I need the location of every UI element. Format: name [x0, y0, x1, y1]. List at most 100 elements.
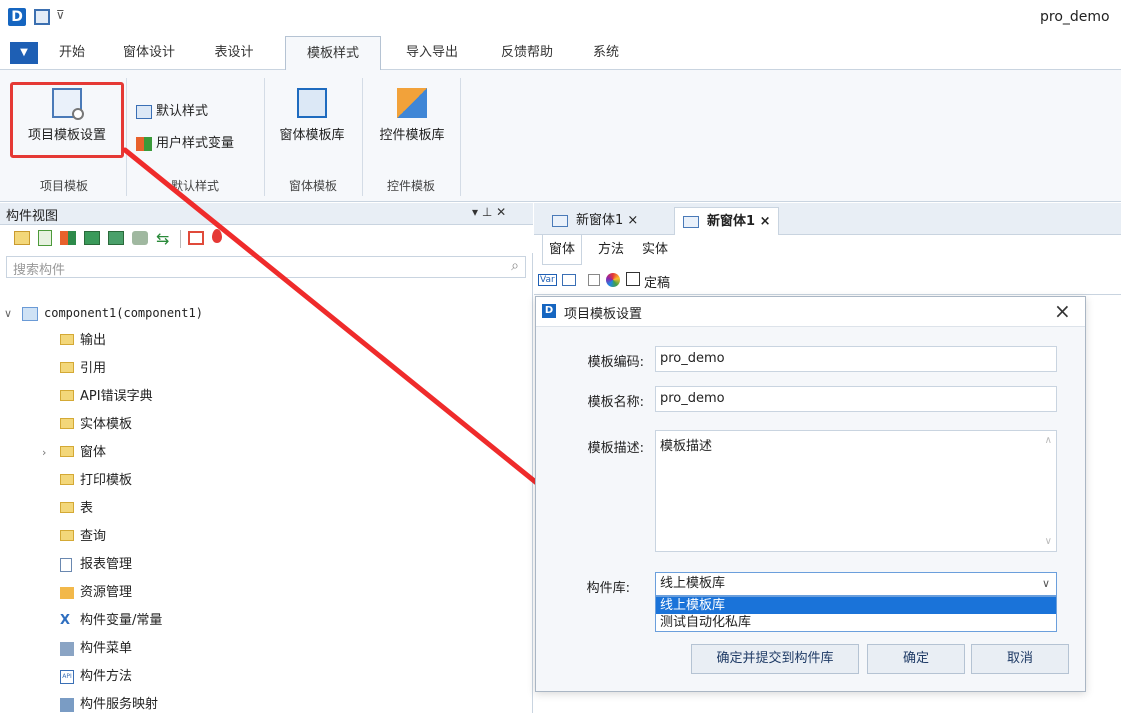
panel-pin-close-icon[interactable]: ▾ ⊥ ✕: [472, 205, 506, 219]
window-icon[interactable]: [188, 231, 204, 245]
tree-item-report-mgmt[interactable]: 报表管理: [60, 551, 132, 579]
color-wheel-icon[interactable]: [606, 273, 620, 287]
component-search-input[interactable]: 搜索构件 ⌕: [6, 256, 526, 278]
group-label-default-style: 默认样式: [170, 179, 219, 193]
app-menu-button[interactable]: ▼: [10, 42, 38, 64]
tree-item-label: 构件变量/常量: [80, 613, 163, 628]
document-tabs: 新窗体1 × 新窗体1 ×: [534, 203, 1121, 235]
dialog-close-icon[interactable]: ×: [1054, 299, 1071, 323]
tree-item-label: 窗体: [80, 445, 107, 460]
doc-tab-1[interactable]: 新窗体1 ×: [544, 207, 646, 235]
folder-icon: [60, 362, 74, 373]
ok-button[interactable]: 确定: [867, 644, 965, 674]
variable-icon: X: [60, 613, 71, 628]
component-icon[interactable]: [132, 231, 148, 245]
panel-toolbar: ⇆: [0, 225, 533, 253]
tree-item-label: API错误字典: [80, 389, 153, 404]
subtab-form[interactable]: 窗体: [542, 235, 583, 265]
user-style-vars-button[interactable]: 用户样式变量: [136, 132, 234, 151]
code-label: 模板编码:: [587, 355, 644, 370]
search-icon[interactable]: ⌕: [511, 258, 519, 274]
form-icon: [683, 215, 699, 228]
save-icon[interactable]: [34, 9, 50, 25]
document-title: pro_demo: [1040, 9, 1110, 25]
dialog-logo-icon: D: [542, 304, 556, 318]
lib-select[interactable]: 线上模板库 ∨: [655, 572, 1057, 596]
commit-to-library-button[interactable]: 确定并提交到构件库: [691, 644, 859, 674]
dialog-header: D 项目模板设置 ×: [536, 297, 1085, 327]
form-toolbar: Var 定稿: [534, 265, 1121, 295]
form-template-lib-button[interactable]: 窗体模板库: [270, 88, 354, 143]
tree-item-resource-mgmt[interactable]: 资源管理: [60, 579, 132, 607]
tree-item-queries[interactable]: 查询: [60, 523, 106, 551]
ribbon: 项目模板设置 默认样式 用户样式变量 窗体模板库 控件模板库 项目模板 默认样式…: [0, 70, 1121, 202]
open-folder-icon[interactable]: [14, 231, 30, 245]
quick-access-dropdown-icon[interactable]: ⊽: [56, 8, 65, 22]
location-pin-icon[interactable]: [212, 229, 222, 243]
finalize-checkbox[interactable]: [626, 272, 640, 286]
menu-import-export[interactable]: 导入导出: [392, 36, 472, 70]
tree-item-label: 构件方法: [80, 669, 133, 684]
tree-item-reference[interactable]: 引用: [60, 355, 106, 383]
desc-textarea[interactable]: 模板描述 ∧ ∨: [655, 430, 1057, 552]
tree-item-component-menu[interactable]: 构件菜单: [60, 635, 132, 663]
form-icon[interactable]: [84, 231, 100, 245]
tree-item-component-vars[interactable]: X 构件变量/常量: [60, 607, 162, 635]
project-template-settings-button[interactable]: 项目模板设置: [14, 88, 120, 143]
tree-root-label: component1(component1): [44, 306, 203, 320]
default-style-button[interactable]: 默认样式: [136, 100, 208, 119]
tree-item-print-template[interactable]: 打印模板: [60, 467, 132, 495]
menu-system[interactable]: 系统: [584, 36, 628, 70]
export-icon[interactable]: [108, 231, 124, 245]
code-field[interactable]: pro_demo: [655, 346, 1057, 372]
tree-item-forms[interactable]: › 窗体: [42, 439, 106, 467]
refresh-icon[interactable]: ⇆: [156, 229, 169, 248]
lib-option[interactable]: 线上模板库: [656, 597, 1056, 614]
scroll-up-icon[interactable]: ∧: [1045, 435, 1052, 446]
subtab-entity[interactable]: 实体: [642, 235, 668, 265]
doc-tab-label: 新窗体1 ×: [707, 214, 771, 229]
cancel-button[interactable]: 取消: [971, 644, 1069, 674]
lib-option[interactable]: 测试自动化私库: [656, 614, 1056, 631]
doc-tab-2[interactable]: 新窗体1 ×: [674, 207, 780, 235]
subtab-methods[interactable]: 方法: [598, 235, 624, 265]
menu-table-design[interactable]: 表设计: [206, 36, 262, 70]
menu-bar: ▼ 开始 窗体设计 表设计 模板样式 导入导出 反馈帮助 系统: [0, 36, 1121, 71]
dialog-title: 项目模板设置: [564, 307, 643, 322]
sub-tabs: 窗体 方法 实体: [534, 235, 1121, 265]
name-label: 模板名称:: [587, 395, 644, 410]
group-label-form-template: 窗体模板: [288, 179, 337, 193]
expand-chevron-icon[interactable]: ›: [42, 439, 60, 467]
default-style-label: 默认样式: [156, 104, 209, 119]
hierarchy-icon[interactable]: [562, 274, 576, 286]
var-icon[interactable]: Var: [538, 274, 557, 286]
menu-start[interactable]: 开始: [52, 36, 92, 70]
app-logo-icon: D: [8, 8, 26, 26]
group-divider: [264, 78, 265, 196]
tree-item-service-mapping[interactable]: 构件服务映射: [60, 691, 158, 713]
list-icon[interactable]: [588, 274, 600, 286]
tree-item-tables[interactable]: 表: [60, 495, 93, 523]
tree-item-api-errors[interactable]: API错误字典: [60, 383, 153, 411]
menu-feedback-help[interactable]: 反馈帮助: [486, 36, 568, 70]
name-field[interactable]: pro_demo: [655, 386, 1057, 412]
tree-item-component-methods[interactable]: API 构件方法: [60, 663, 132, 691]
tree-item-output[interactable]: 输出: [60, 327, 106, 355]
chevron-down-icon[interactable]: ∨: [1042, 573, 1050, 595]
grid-icon[interactable]: [60, 231, 76, 245]
component-view-panel: 构件视图 ▾ ⊥ ✕ ⇆ 搜索构件 ⌕ ∨ component1(componen…: [0, 203, 533, 713]
menu-icon: [60, 641, 74, 656]
report-icon: [60, 557, 72, 572]
new-file-icon[interactable]: [38, 230, 52, 246]
scroll-down-icon[interactable]: ∨: [1045, 536, 1052, 547]
desc-label: 模板描述:: [587, 441, 644, 456]
doc-tab-label: 新窗体1 ×: [576, 213, 639, 228]
title-bar: D ⊽ pro_demo: [0, 0, 1121, 36]
menu-template-style[interactable]: 模板样式: [285, 36, 381, 71]
tree-item-entity-template[interactable]: 实体模板: [60, 411, 132, 439]
tree-root[interactable]: ∨ component1(component1): [4, 299, 203, 327]
control-template-lib-button[interactable]: 控件模板库: [370, 88, 454, 143]
expand-chevron-icon[interactable]: ∨: [4, 300, 18, 328]
menu-form-design[interactable]: 窗体设计: [114, 36, 184, 70]
lib-selected-value: 线上模板库: [660, 576, 726, 591]
